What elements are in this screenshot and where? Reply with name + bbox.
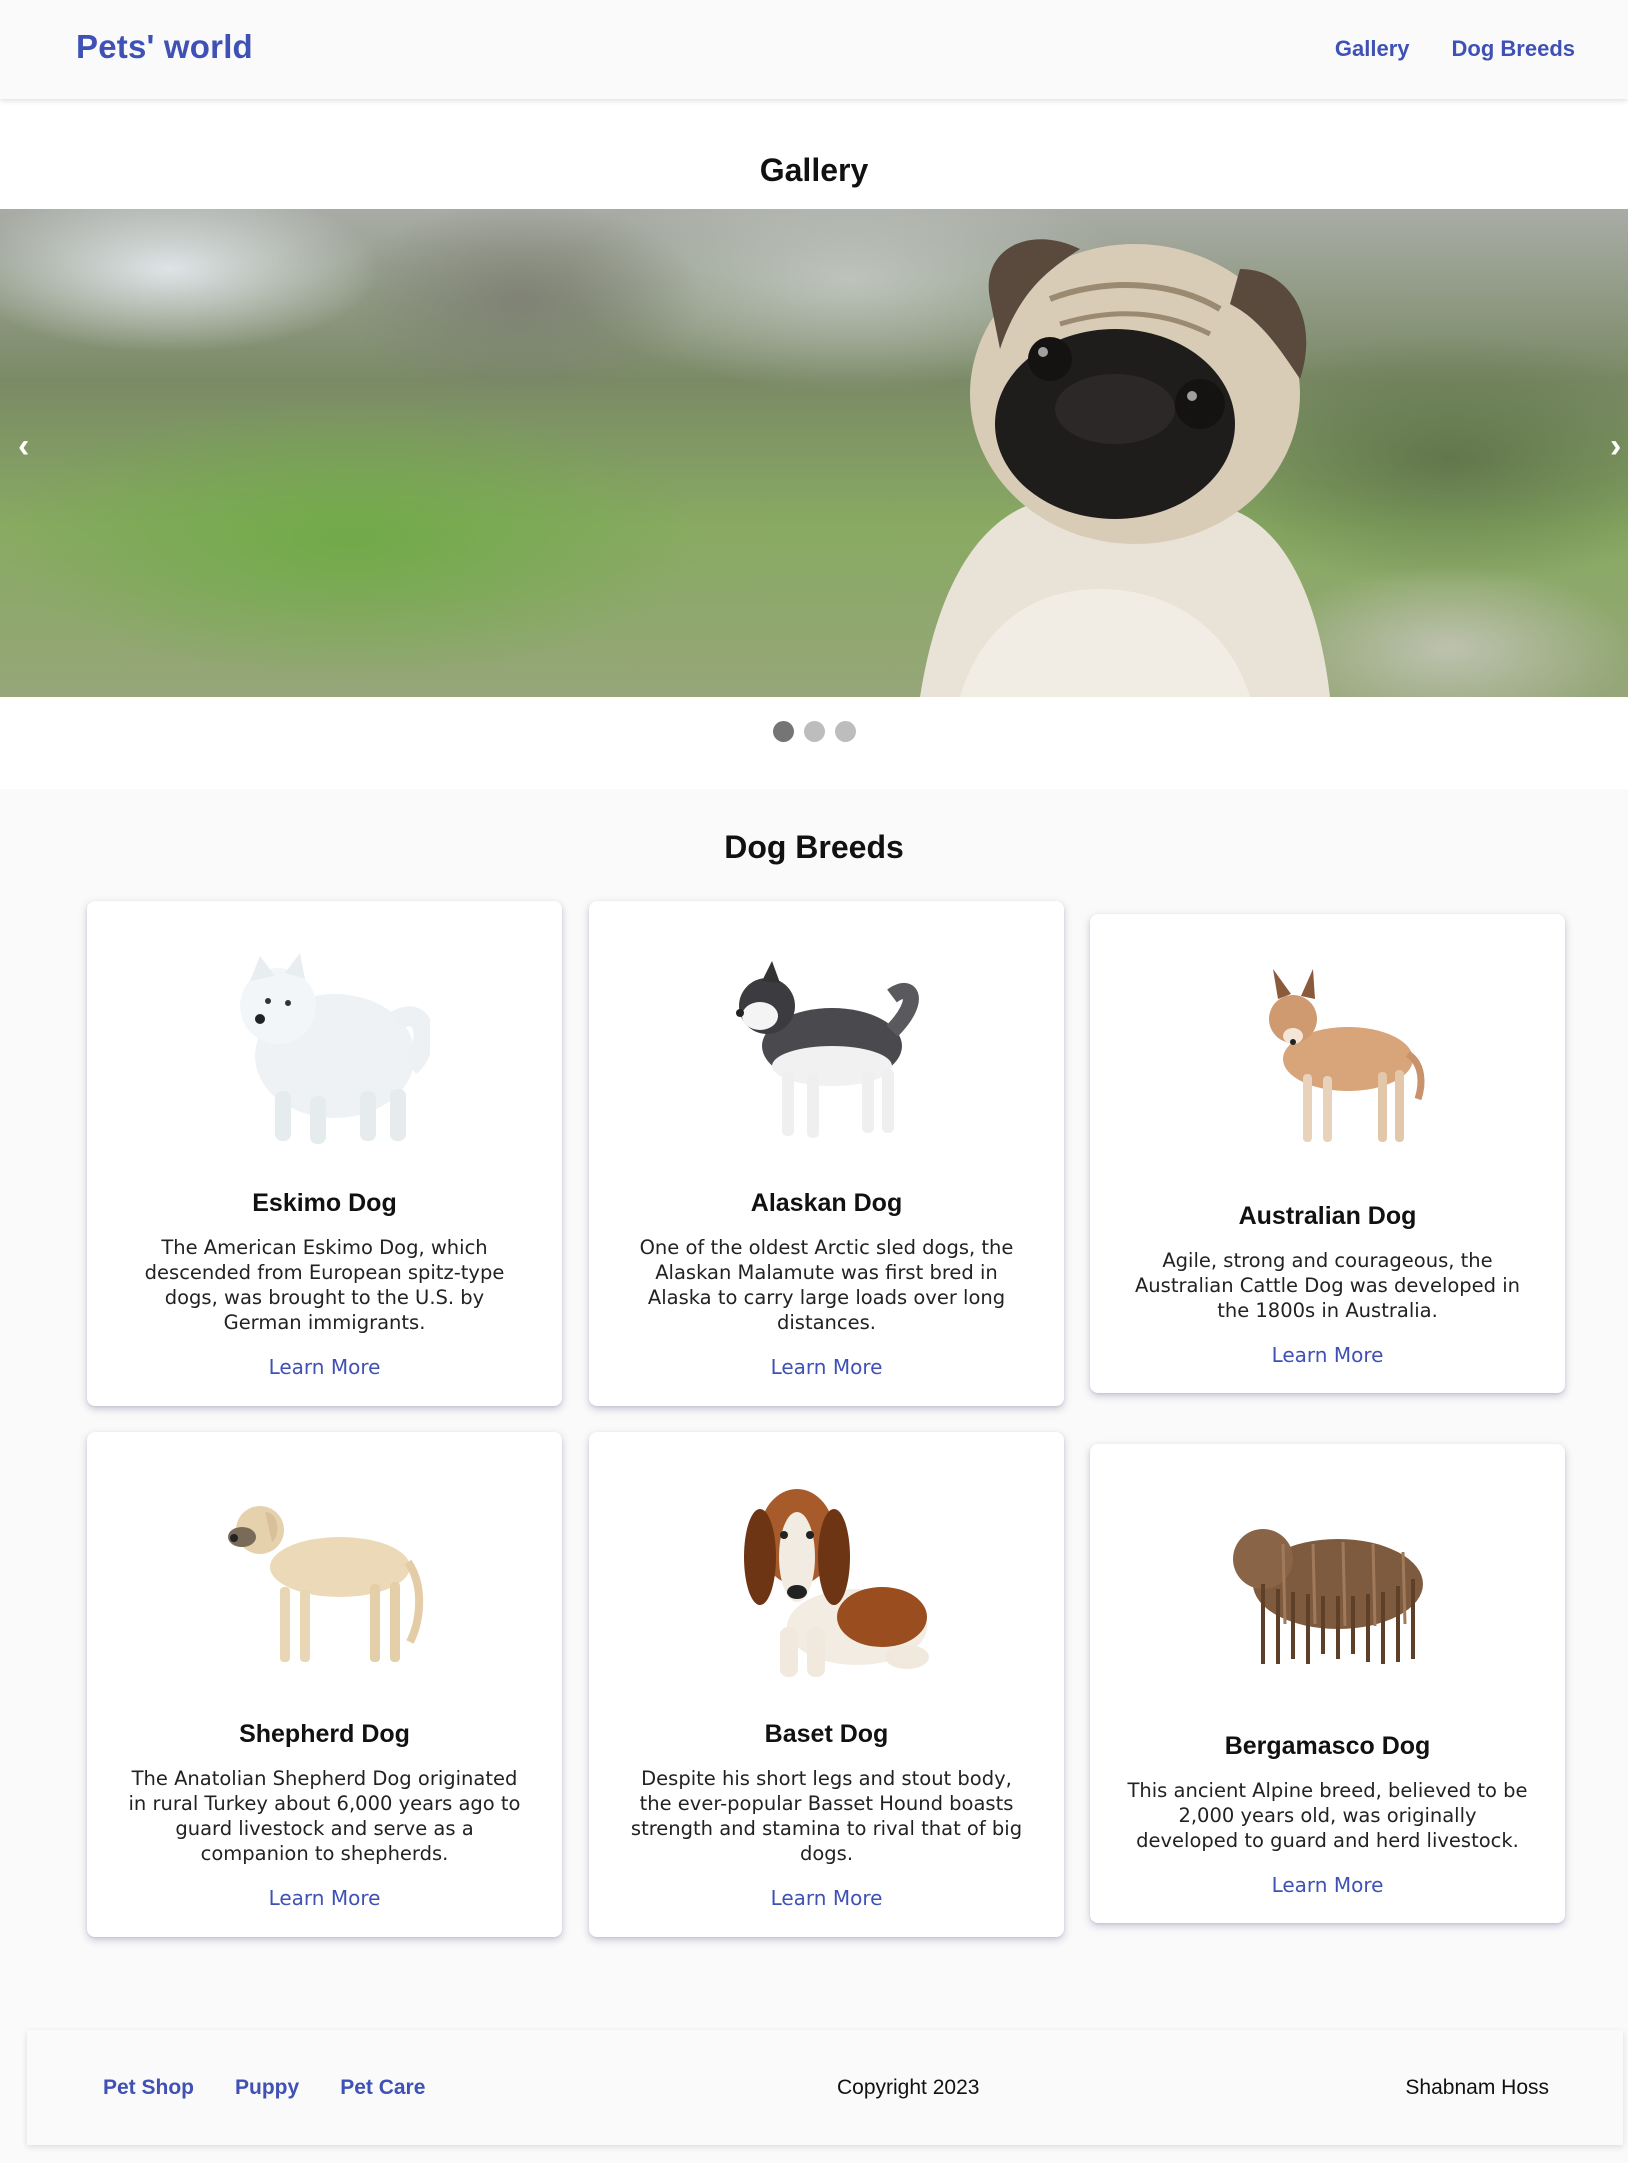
gallery-section: Gallery ‹ › bbox=[0, 99, 1628, 789]
eskimo-dog-image bbox=[87, 951, 562, 1161]
learn-more-link[interactable]: Learn More bbox=[1090, 1873, 1565, 1897]
breed-card-shepherd: Shepherd Dog The Anatolian Shepherd Dog … bbox=[87, 1432, 562, 1937]
dog-breeds-title: Dog Breeds bbox=[724, 829, 904, 865]
breed-description: This ancient Alpine breed, believed to b… bbox=[1127, 1779, 1528, 1852]
nav-link-gallery[interactable]: Gallery bbox=[1335, 36, 1410, 62]
bergamasco-dog-image bbox=[1090, 1514, 1565, 1724]
breed-card-eskimo: Eskimo Dog The American Eskimo Dog, whic… bbox=[87, 901, 562, 1406]
breed-card-australian: Australian Dog Agile, strong and courage… bbox=[1090, 914, 1565, 1393]
top-app-bar: Pets' world Gallery Dog Breeds bbox=[0, 0, 1628, 99]
learn-more-link[interactable]: Learn More bbox=[87, 1355, 562, 1379]
carousel-prev-arrow[interactable]: ‹ bbox=[18, 429, 29, 463]
breed-name: Alaskan Dog bbox=[750, 1189, 903, 1217]
breed-card-baset: Baset Dog Despite his short legs and sto… bbox=[589, 1432, 1064, 1937]
breed-name: Baset Dog bbox=[764, 1720, 889, 1748]
dog-breeds-section: Dog Breeds Eskimo Dog The American Eskim… bbox=[0, 789, 1628, 1991]
footer-link-puppy[interactable]: Puppy bbox=[235, 2076, 299, 2100]
breed-description: One of the oldest Arctic sled dogs, the … bbox=[639, 1236, 1014, 1334]
footer-link-pet-shop[interactable]: Pet Shop bbox=[103, 2076, 194, 2100]
baset-dog-image bbox=[589, 1477, 1064, 1687]
pug-photo bbox=[920, 239, 1330, 697]
breed-card-alaskan: Alaskan Dog One of the oldest Arctic sle… bbox=[589, 901, 1064, 1406]
learn-more-link[interactable]: Learn More bbox=[589, 1355, 1064, 1379]
carousel-next-arrow[interactable]: › bbox=[1610, 429, 1621, 463]
shepherd-dog-image bbox=[87, 1492, 562, 1702]
author-name: Shabnam Hoss bbox=[1405, 2076, 1549, 2099]
breed-name: Bergamasco Dog bbox=[1224, 1732, 1431, 1760]
breed-description: Agile, strong and courageous, the Austra… bbox=[1134, 1249, 1521, 1322]
breed-description: The American Eskimo Dog, which descended… bbox=[144, 1236, 505, 1334]
footer-links: Pet Shop Puppy Pet Care bbox=[103, 2076, 425, 2100]
learn-more-link[interactable]: Learn More bbox=[589, 1886, 1064, 1910]
breed-name: Shepherd Dog bbox=[239, 1720, 410, 1748]
breed-name: Australian Dog bbox=[1238, 1202, 1417, 1230]
breed-description: Despite his short legs and stout body, t… bbox=[630, 1767, 1023, 1865]
carousel-indicators bbox=[0, 721, 1628, 742]
alaskan-dog-image bbox=[589, 951, 1064, 1161]
carousel-dot-3[interactable] bbox=[834, 721, 856, 742]
learn-more-link[interactable]: Learn More bbox=[1090, 1343, 1565, 1367]
footer: Pet Shop Puppy Pet Care Copyright 2023 S… bbox=[27, 2030, 1623, 2145]
footer-link-pet-care[interactable]: Pet Care bbox=[340, 2076, 425, 2100]
learn-more-link[interactable]: Learn More bbox=[87, 1886, 562, 1910]
main-nav: Gallery Dog Breeds bbox=[1335, 36, 1575, 62]
breed-description: The Anatolian Shepherd Dog originated in… bbox=[128, 1767, 521, 1865]
breed-card-bergamasco: Bergamasco Dog This ancient Alpine breed… bbox=[1090, 1444, 1565, 1923]
australian-dog-image bbox=[1090, 964, 1565, 1174]
carousel-dot-1[interactable] bbox=[772, 721, 794, 742]
carousel-slide[interactable] bbox=[0, 209, 1628, 697]
nav-link-dog-breeds[interactable]: Dog Breeds bbox=[1452, 36, 1575, 62]
brand-logo-text[interactable]: Pets' world bbox=[76, 28, 253, 66]
gallery-title: Gallery bbox=[759, 152, 869, 188]
breed-name: Eskimo Dog bbox=[252, 1189, 397, 1217]
carousel-dot-2[interactable] bbox=[803, 721, 825, 742]
copyright-text: Copyright 2023 bbox=[837, 2076, 980, 2099]
